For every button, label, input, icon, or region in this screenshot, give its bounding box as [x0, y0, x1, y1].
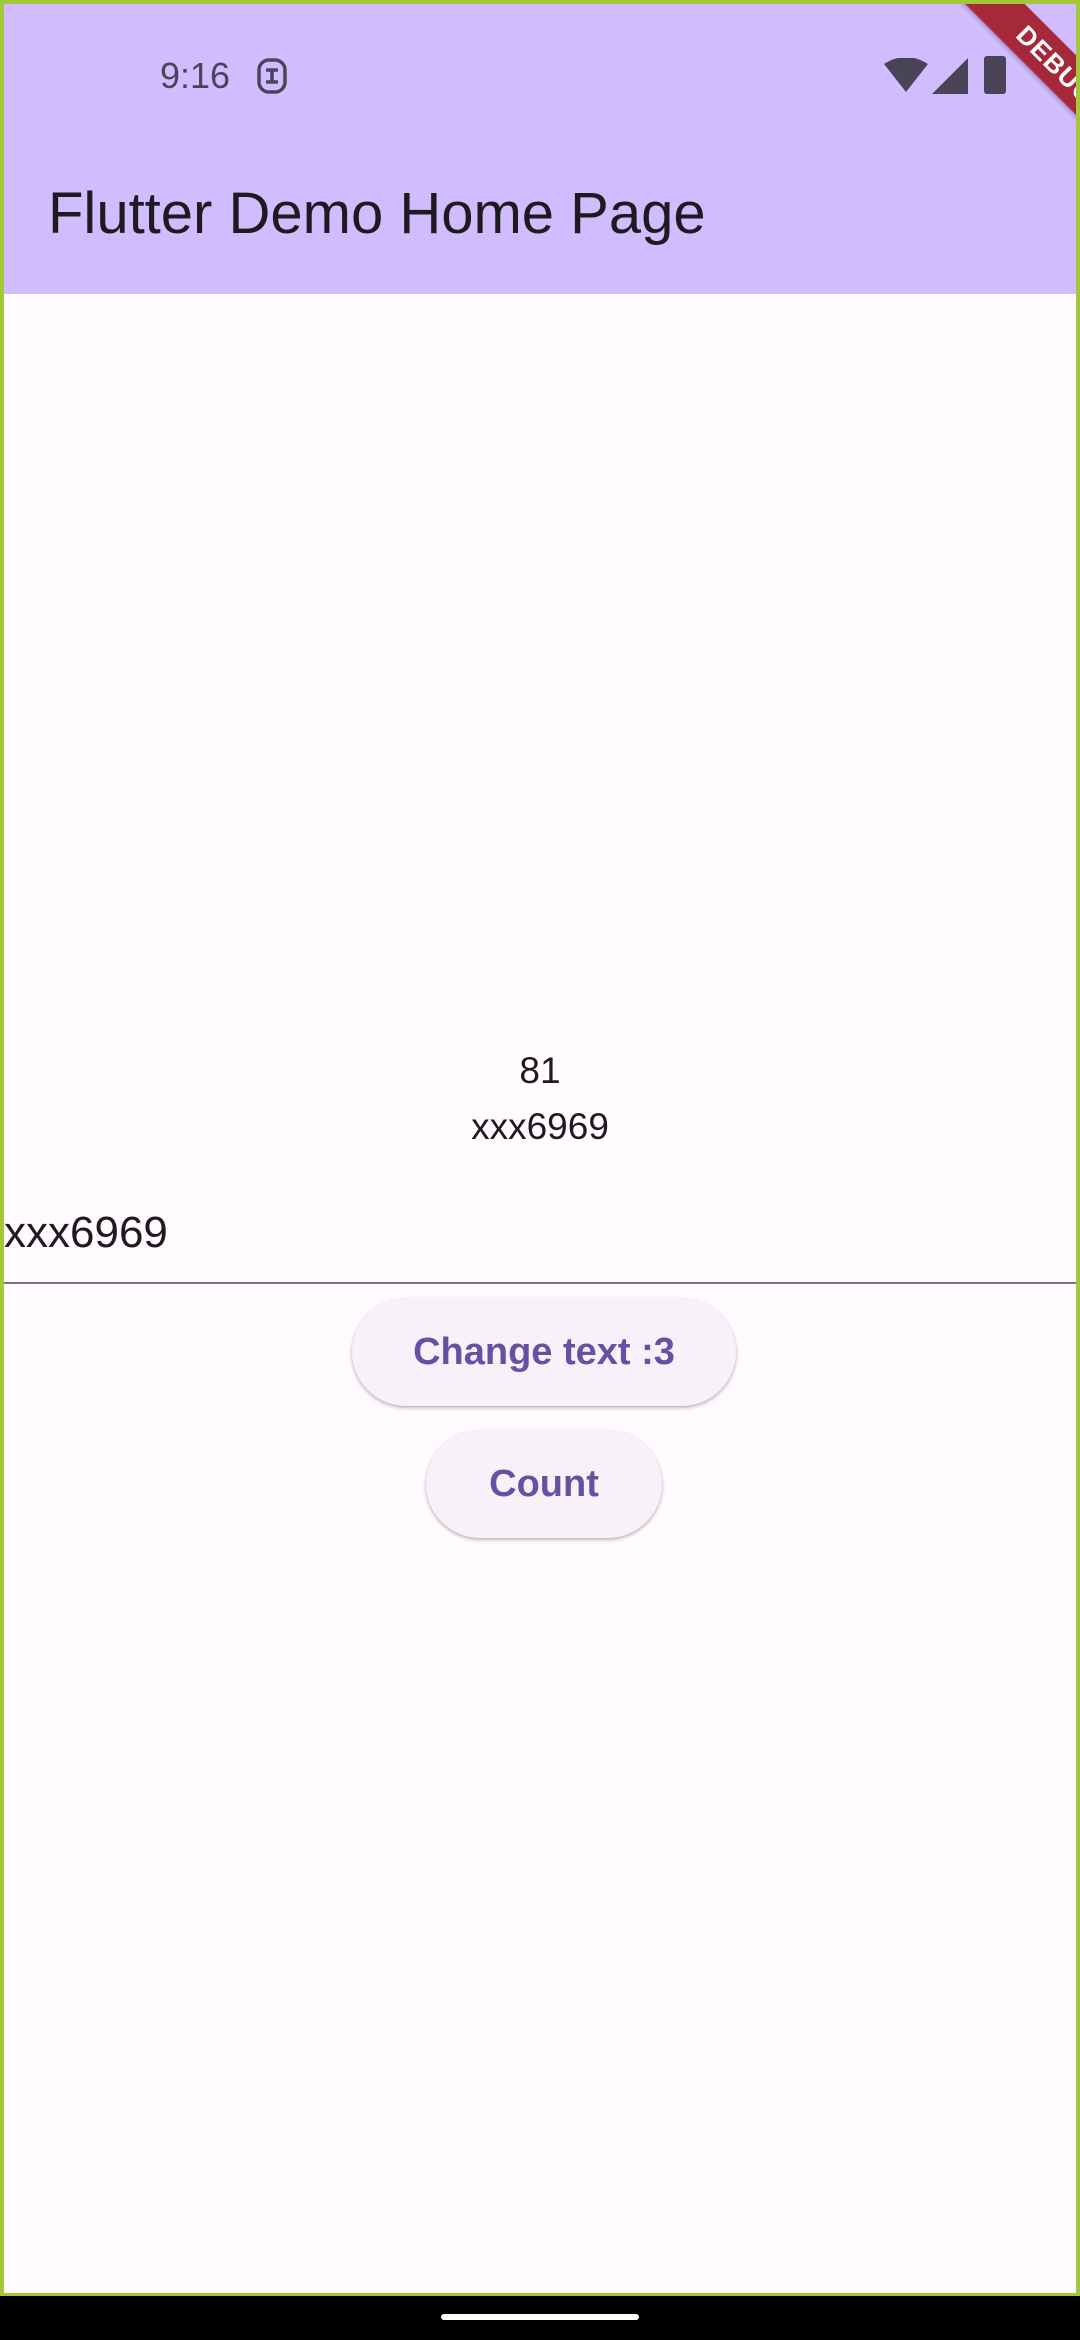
debug-banner: DEBUG [916, 4, 1076, 164]
status-time: 9:16 [160, 55, 231, 96]
display-text: xxx6969 [471, 1106, 609, 1147]
home-gesture-handle[interactable] [441, 2314, 639, 2320]
counter-value: 81 [519, 1050, 561, 1091]
app-screen: 9:16 Flutter Demo Home Page DEBUG 81 xxx… [0, 0, 1080, 2296]
change-text-button[interactable]: Change text :3 [352, 1298, 736, 1406]
notification-icon [257, 58, 287, 94]
page-title: Flutter Demo Home Page [48, 181, 706, 246]
system-navigation-bar [0, 2296, 1080, 2340]
count-button[interactable]: Count [426, 1430, 662, 1538]
text-input[interactable] [4, 1184, 1076, 1284]
debug-label: DEBUG [956, 4, 1076, 164]
